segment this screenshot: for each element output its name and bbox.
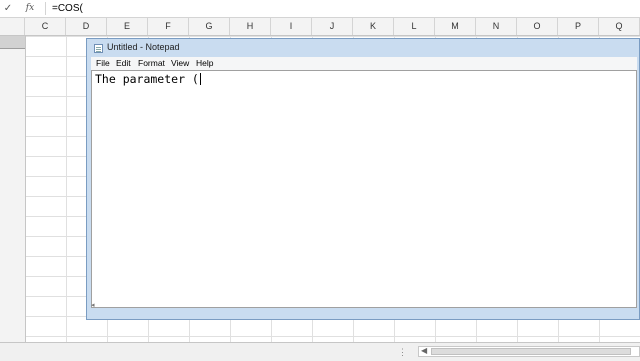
formula-input[interactable]: =COS( bbox=[52, 1, 83, 16]
column-header-p[interactable]: P bbox=[558, 18, 599, 35]
column-header-d[interactable]: D bbox=[66, 18, 107, 35]
notepad-title: Untitled - Notepad bbox=[107, 42, 180, 52]
column-header-o[interactable]: O bbox=[517, 18, 558, 35]
scroll-left-arrow-icon[interactable]: ◀ bbox=[421, 346, 427, 355]
formula-bar: ✓ fx =COS( bbox=[0, 0, 640, 18]
sheet-status-bar: ⋮ ◀ bbox=[0, 342, 640, 361]
selected-row-header[interactable] bbox=[0, 36, 25, 49]
horizontal-scrollbar[interactable]: ◀ bbox=[418, 346, 640, 357]
insert-function-button[interactable]: fx bbox=[24, 1, 36, 16]
menu-format[interactable]: Format bbox=[138, 58, 165, 69]
column-header-i[interactable]: I bbox=[271, 18, 312, 35]
notepad-app-icon bbox=[94, 44, 103, 53]
column-header-l[interactable]: L bbox=[394, 18, 435, 35]
text-caret bbox=[199, 73, 201, 85]
formula-bar-divider bbox=[45, 2, 46, 15]
notepad-typed-text: The parameter ( bbox=[95, 72, 199, 86]
tab-split-handle[interactable]: ⋮ bbox=[398, 347, 408, 358]
menu-file[interactable]: File bbox=[96, 58, 110, 69]
menu-edit[interactable]: Edit bbox=[116, 58, 131, 69]
notepad-window[interactable]: Untitled - Notepad File Edit Format View… bbox=[86, 38, 640, 320]
column-header-f[interactable]: F bbox=[148, 18, 189, 35]
notepad-titlebar[interactable]: Untitled - Notepad bbox=[87, 39, 639, 57]
column-header-c[interactable]: C bbox=[25, 18, 66, 35]
column-header-n[interactable]: N bbox=[476, 18, 517, 35]
row-header-column[interactable] bbox=[0, 36, 26, 342]
column-header-j[interactable]: J bbox=[312, 18, 353, 35]
column-header-g[interactable]: G bbox=[189, 18, 230, 35]
column-header-e[interactable]: E bbox=[107, 18, 148, 35]
column-header-h[interactable]: H bbox=[230, 18, 271, 35]
column-header-row: C D E F G H I J K L M N O P Q bbox=[0, 18, 640, 36]
column-header-m[interactable]: M bbox=[435, 18, 476, 35]
enter-check-icon[interactable]: ✓ bbox=[2, 1, 14, 16]
column-header-q[interactable]: Q bbox=[599, 18, 640, 35]
menu-help[interactable]: Help bbox=[196, 58, 213, 69]
row-header-corner[interactable] bbox=[0, 18, 25, 35]
notepad-text-area[interactable]: The parameter ( bbox=[91, 70, 637, 308]
scrollbar-thumb[interactable] bbox=[431, 348, 631, 355]
notepad-menubar: File Edit Format View Help bbox=[91, 57, 637, 71]
menu-view[interactable]: View bbox=[171, 58, 189, 69]
column-header-k[interactable]: K bbox=[353, 18, 394, 35]
notepad-text-content: The parameter ( bbox=[95, 71, 201, 87]
notepad-scroll-left-icon[interactable]: ◂ bbox=[91, 301, 95, 309]
